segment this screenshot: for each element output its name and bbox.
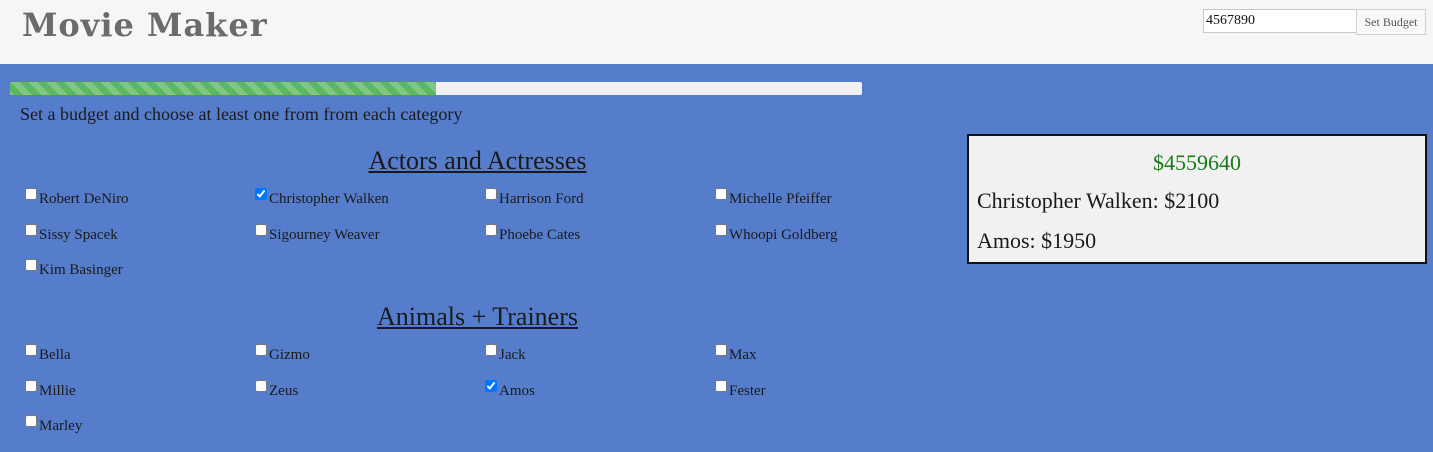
- instructions-text: Set a budget and choose at least one fro…: [20, 104, 463, 124]
- progress-bar: [10, 82, 862, 95]
- checkbox-gizmo[interactable]: [255, 344, 267, 356]
- option-label: Robert DeNiro: [39, 191, 129, 207]
- option-label: Phoebe Cates: [499, 226, 581, 243]
- checkbox-phoebe-cates[interactable]: [485, 223, 497, 236]
- option-robert-deniro[interactable]: Robert DeNiro: [22, 186, 252, 222]
- option-label: Whoopi Goldberg: [729, 226, 838, 243]
- checkbox-fester[interactable]: [715, 379, 727, 392]
- option-label: Kim Basinger: [39, 262, 123, 278]
- checkbox-amos[interactable]: [485, 379, 497, 392]
- actors-grid: Robert DeNiro Christopher Walken Harriso…: [22, 186, 942, 293]
- option-whoopi-goldberg[interactable]: Whoopi Goldberg: [712, 222, 942, 258]
- option-zeus[interactable]: Zeus: [252, 378, 482, 414]
- category-title-actors: Actors and Actresses: [368, 146, 587, 175]
- checkbox-kim-basinger[interactable]: [25, 259, 37, 271]
- option-amos[interactable]: Amos: [482, 378, 712, 414]
- option-millie[interactable]: Millie: [22, 378, 252, 414]
- option-kim-basinger[interactable]: Kim Basinger: [22, 257, 252, 293]
- option-phoebe-cates[interactable]: Phoebe Cates: [482, 222, 712, 258]
- checkbox-bella[interactable]: [25, 344, 37, 356]
- summary-item: Amos: $1950: [977, 228, 1097, 253]
- checkbox-sissy-spacek[interactable]: [25, 223, 37, 236]
- category-title-animals: Animals + Trainers: [376, 302, 578, 331]
- checkbox-jack[interactable]: [485, 344, 497, 356]
- progress-bar-fill: [10, 82, 436, 95]
- option-sissy-spacek[interactable]: Sissy Spacek: [22, 222, 252, 258]
- option-label: Marley: [39, 418, 83, 434]
- option-label: Harrison Ford: [499, 191, 584, 207]
- option-label: Gizmo: [269, 347, 310, 363]
- option-christopher-walken[interactable]: Christopher Walken: [252, 186, 482, 222]
- checkbox-max[interactable]: [715, 344, 727, 356]
- checkbox-marley[interactable]: [25, 415, 37, 427]
- option-label: Christopher Walken: [269, 191, 389, 207]
- checkbox-whoopi-goldberg[interactable]: [715, 223, 727, 236]
- option-max[interactable]: Max: [712, 342, 942, 378]
- checkbox-zeus[interactable]: [255, 379, 267, 392]
- option-label: Michelle Pfeiffer: [729, 191, 832, 207]
- checkbox-millie[interactable]: [25, 379, 37, 392]
- option-label: Sigourney Weaver: [269, 226, 380, 243]
- option-marley[interactable]: Marley: [22, 413, 252, 449]
- option-label: Max: [729, 347, 757, 363]
- checkbox-michelle-pfeiffer[interactable]: [715, 188, 727, 200]
- option-label: Millie: [39, 382, 76, 399]
- option-jack[interactable]: Jack: [482, 342, 712, 378]
- animals-grid: Bella Gizmo Jack Max Millie Zeus Amos Fe…: [22, 342, 942, 449]
- option-label: Jack: [499, 347, 526, 363]
- set-budget-button[interactable]: Set Budget: [1356, 9, 1426, 35]
- budget-input[interactable]: [1203, 9, 1357, 33]
- option-sigourney-weaver[interactable]: Sigourney Weaver: [252, 222, 482, 258]
- option-fester[interactable]: Fester: [712, 378, 942, 414]
- summary-item: Christopher Walken: $2100: [977, 188, 1220, 213]
- option-bella[interactable]: Bella: [22, 342, 252, 378]
- option-label: Fester: [729, 382, 766, 399]
- checkbox-harrison-ford[interactable]: [485, 188, 497, 200]
- option-harrison-ford[interactable]: Harrison Ford: [482, 186, 712, 222]
- option-label: Bella: [39, 347, 71, 363]
- remaining-budget: $4559640: [1153, 150, 1241, 175]
- selection-summary-panel: $4559640 Christopher Walken: $2100 Amos:…: [967, 134, 1427, 264]
- checkbox-sigourney-weaver[interactable]: [255, 223, 267, 236]
- checkbox-robert-deniro[interactable]: [25, 188, 37, 200]
- option-label: Zeus: [269, 382, 299, 399]
- option-label: Sissy Spacek: [39, 226, 118, 243]
- app-title: Movie Maker: [22, 6, 268, 44]
- checkbox-christopher-walken[interactable]: [255, 188, 267, 200]
- option-label: Amos: [499, 382, 535, 399]
- option-gizmo[interactable]: Gizmo: [252, 342, 482, 378]
- app-header: Movie Maker Set Budget: [0, 0, 1433, 64]
- option-michelle-pfeiffer[interactable]: Michelle Pfeiffer: [712, 186, 942, 222]
